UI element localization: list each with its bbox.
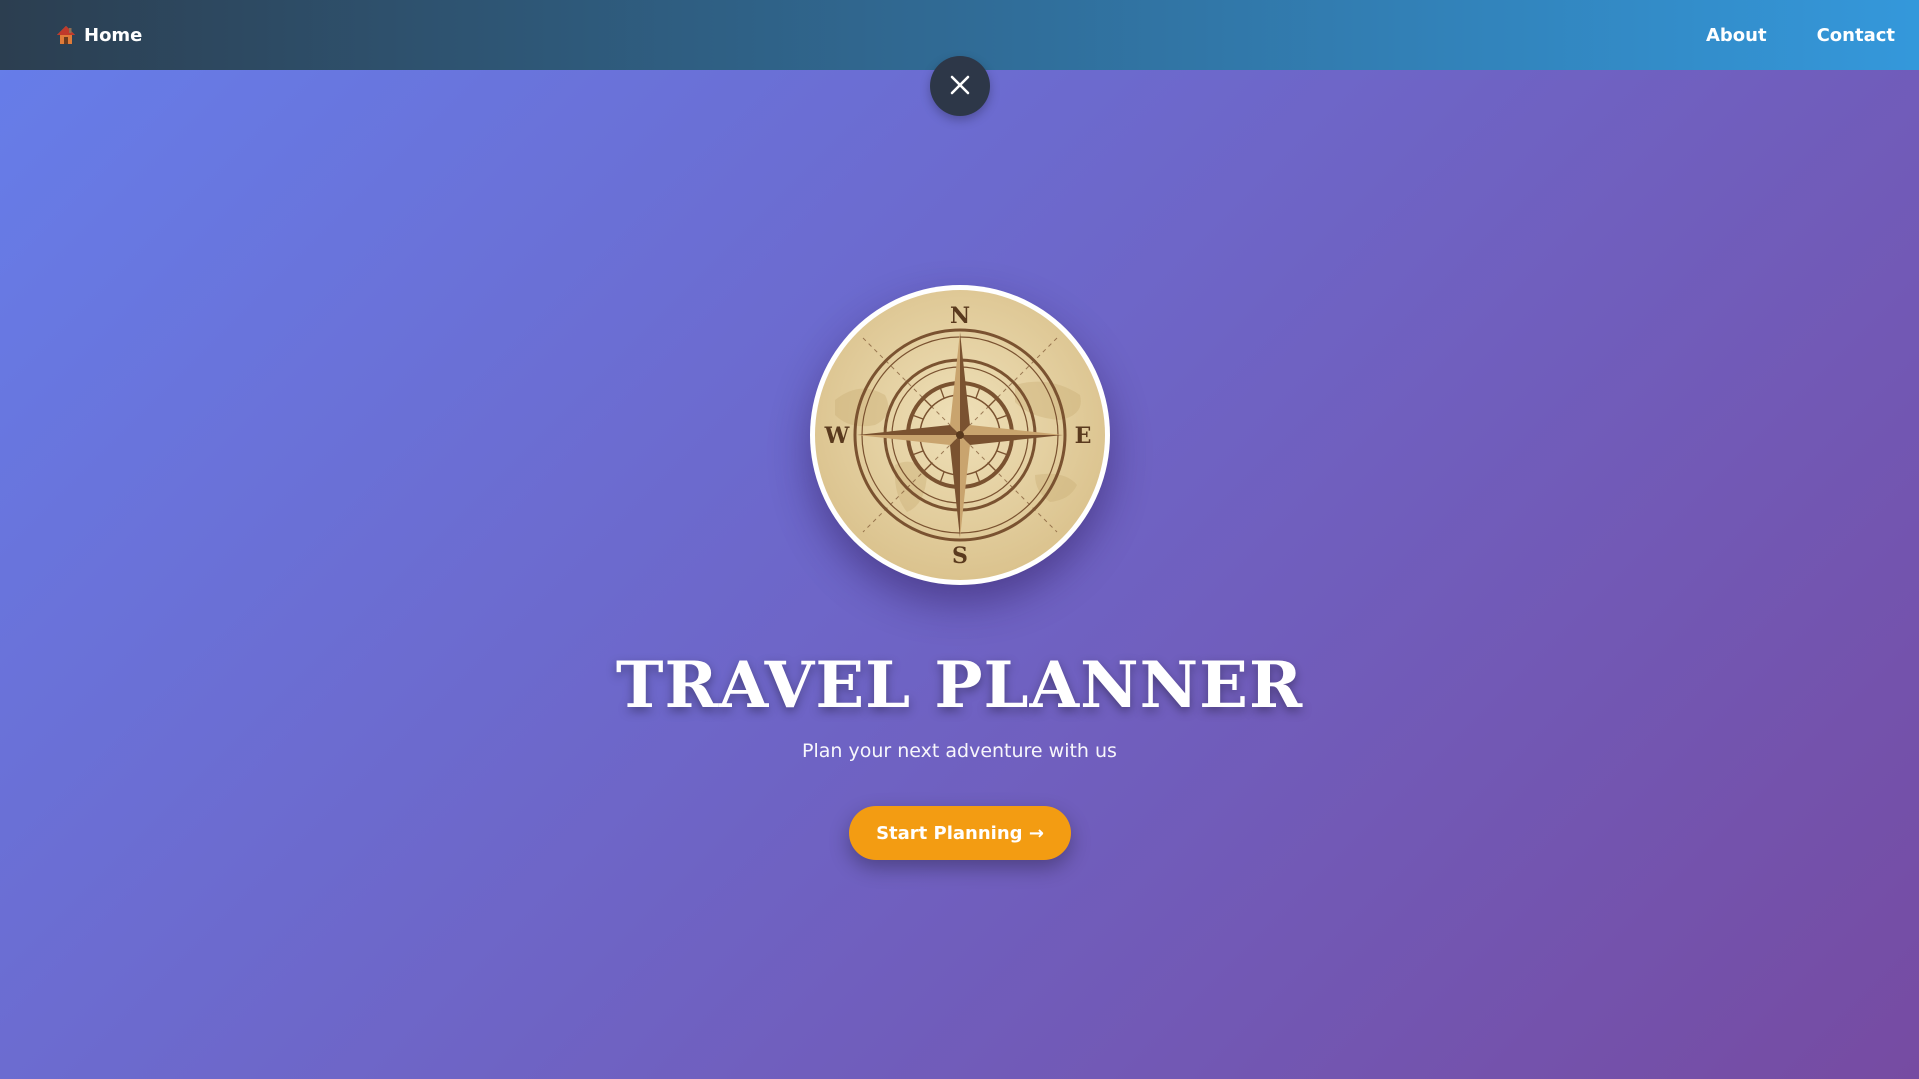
compass-letter-west: W — [824, 423, 850, 449]
nav-link-contact[interactable]: Contact — [1817, 25, 1895, 46]
close-button[interactable] — [930, 56, 990, 116]
compass-letter-south: S — [952, 543, 968, 569]
compass-emblem: N S W E — [810, 285, 1110, 585]
house-icon — [56, 25, 76, 45]
compass-letter-east: E — [1075, 423, 1092, 449]
nav-home-label: Home — [84, 24, 143, 46]
close-icon — [949, 74, 971, 99]
nav-link-about[interactable]: About — [1706, 25, 1767, 46]
hero-section: N S W E TRAVEL PLANNER Plan your next ad… — [0, 0, 1919, 1079]
start-planning-button[interactable]: Start Planning → — [849, 806, 1071, 860]
nav-links: About Contact — [1656, 25, 1895, 46]
compass-letter-north: N — [950, 303, 970, 329]
page-subtitle: Plan your next adventure with us — [802, 740, 1117, 762]
compass-rose-icon: N S W E — [815, 290, 1105, 580]
nav-home-link[interactable]: Home — [56, 25, 142, 46]
page-title: TRAVEL PLANNER — [615, 648, 1304, 723]
